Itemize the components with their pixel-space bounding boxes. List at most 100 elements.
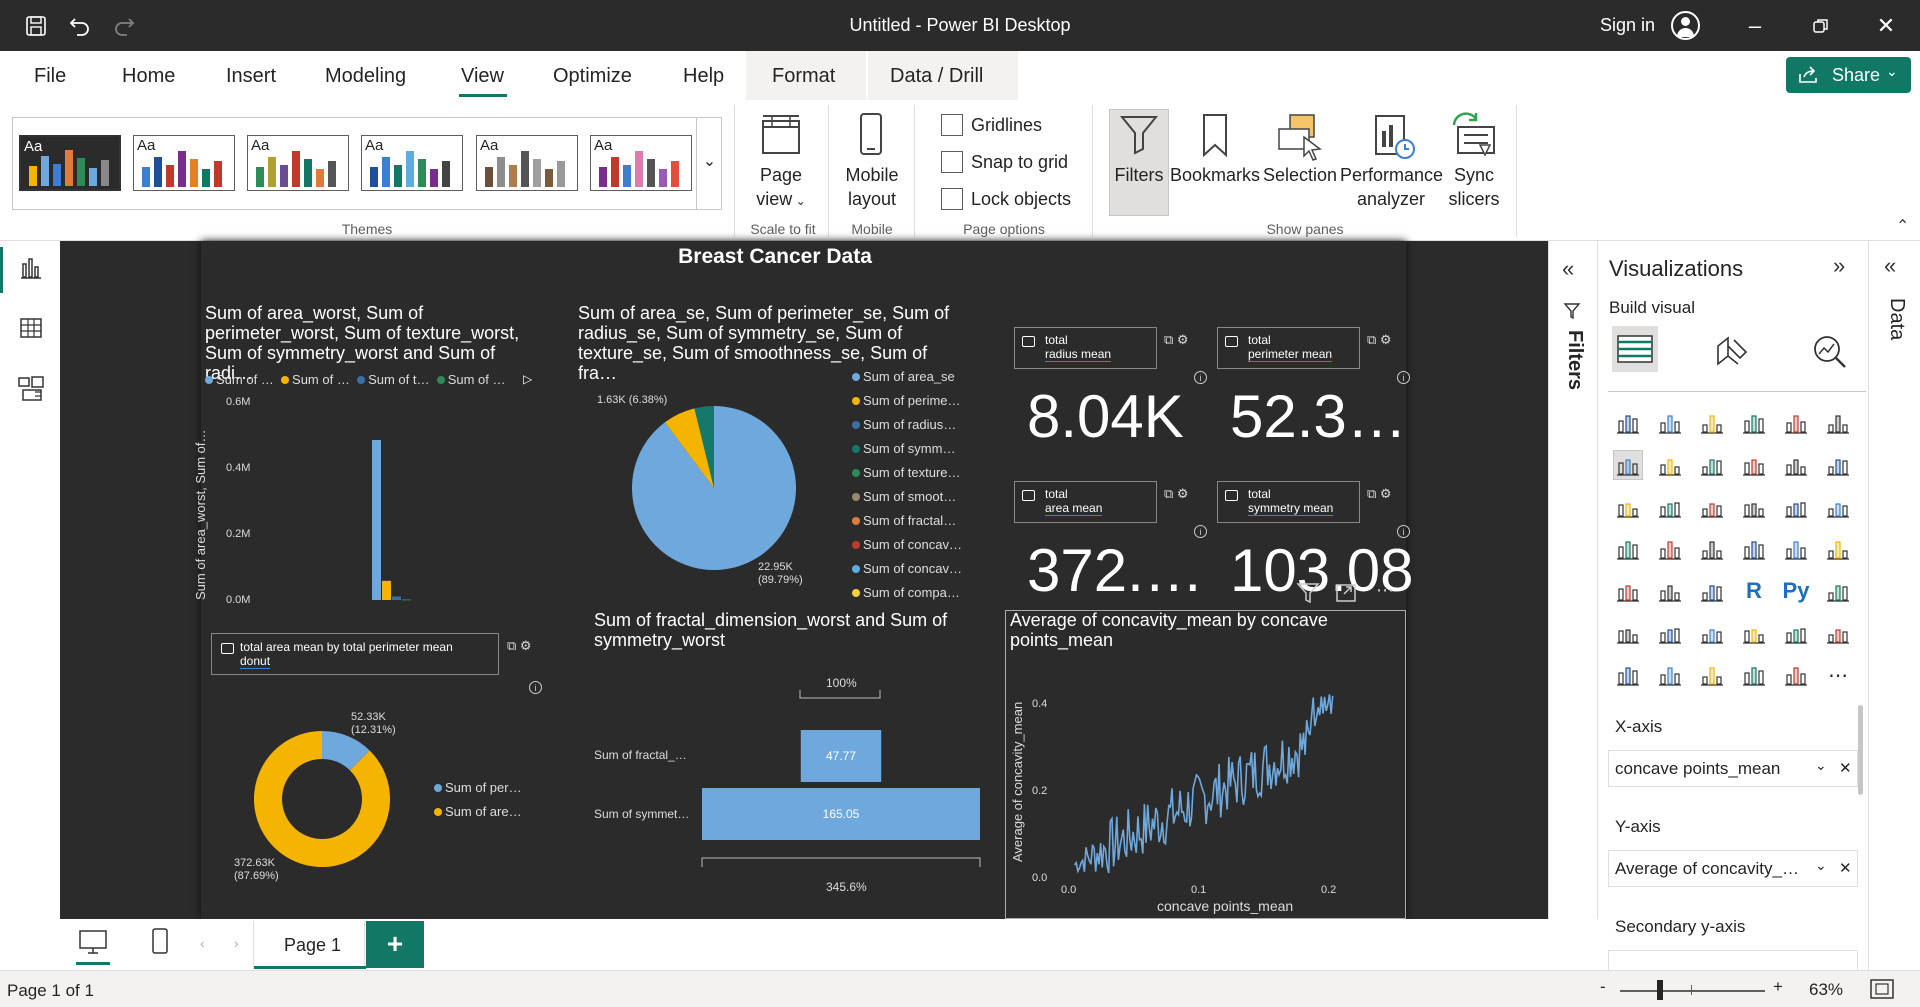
legend-next-icon[interactable]: ▷: [523, 372, 532, 386]
v3-options-icon[interactable]: ⧉ ⚙: [507, 638, 532, 654]
visual-type-icon[interactable]: [1697, 660, 1727, 690]
expand-visualizations-icon[interactable]: »: [1833, 253, 1845, 279]
table-view-icon[interactable]: [19, 316, 43, 345]
collapse-filters-icon[interactable]: «: [1562, 256, 1574, 282]
performance-analyzer-label[interactable]: Performance analyzer: [1340, 163, 1443, 211]
performance-analyzer-icon[interactable]: [1373, 113, 1417, 166]
tab-format[interactable]: Format: [772, 65, 835, 88]
visual-type-icon[interactable]: [1823, 534, 1853, 564]
card-options-icon[interactable]: ⧉ ⚙: [1164, 332, 1189, 348]
y-axis-well[interactable]: Average of concavity_… ⌄ ✕: [1608, 850, 1858, 887]
sync-slicers-icon[interactable]: [1450, 109, 1500, 164]
more-visuals-icon[interactable]: ⋯: [1823, 660, 1853, 690]
scroll-right-icon[interactable]: ›: [234, 935, 239, 951]
filters-pane-title[interactable]: Filters: [1563, 330, 1586, 390]
theme-swatch[interactable]: Aa: [19, 135, 121, 191]
data-pane-title[interactable]: Data: [1885, 298, 1908, 340]
remove-field-icon[interactable]: ✕: [1839, 859, 1852, 877]
collapse-ribbon-icon[interactable]: ⌃: [1896, 216, 1909, 236]
selection-icon[interactable]: [1276, 113, 1326, 168]
menu-view[interactable]: View: [461, 65, 504, 88]
visual-type-icon[interactable]: [1655, 534, 1685, 564]
visual-type-icon[interactable]: [1697, 450, 1727, 480]
visual-type-icon[interactable]: [1655, 576, 1685, 606]
mobile-layout-label[interactable]: Mobile layout: [836, 163, 908, 211]
visual-type-icon[interactable]: [1655, 618, 1685, 648]
card-options-icon[interactable]: ⧉ ⚙: [1367, 332, 1392, 348]
scroll-left-icon[interactable]: ‹: [200, 935, 205, 951]
visual-type-icon[interactable]: [1655, 408, 1685, 438]
visual-type-icon[interactable]: [1613, 450, 1643, 480]
page-view-label[interactable]: Page view ⌄: [750, 163, 812, 213]
zoom-in-button[interactable]: +: [1773, 977, 1783, 997]
close-icon[interactable]: ✕: [1866, 12, 1906, 40]
visual-type-icon[interactable]: [1697, 534, 1727, 564]
visual-type-icon[interactable]: [1613, 576, 1643, 606]
mobile-view-icon[interactable]: [151, 927, 169, 960]
visual-type-icon[interactable]: [1613, 618, 1643, 648]
sync-slicers-label[interactable]: Sync slicers: [1440, 163, 1508, 211]
visual-type-icon[interactable]: [1739, 492, 1769, 522]
visual-type-icon[interactable]: [1697, 408, 1727, 438]
avatar-icon[interactable]: [1671, 11, 1700, 40]
visual-type-icon[interactable]: [1823, 408, 1853, 438]
visual-type-icon[interactable]: [1781, 534, 1811, 564]
visual-type-icon[interactable]: [1655, 660, 1685, 690]
zoom-slider-thumb[interactable]: [1657, 980, 1663, 1000]
visual-type-icon[interactable]: [1781, 492, 1811, 522]
menu-home[interactable]: Home: [122, 65, 175, 88]
expand-data-icon[interactable]: «: [1884, 253, 1896, 279]
format-visual-icon[interactable]: [1714, 334, 1750, 373]
card-header[interactable]: total area mean: [1014, 481, 1157, 523]
visual-type-icon[interactable]: [1739, 618, 1769, 648]
report-view-icon[interactable]: [19, 256, 43, 285]
secondary-y-axis-well[interactable]: [1608, 950, 1858, 970]
visual-type-icon[interactable]: [1655, 450, 1685, 480]
v5-filter-icon[interactable]: [1296, 582, 1320, 609]
more-options-icon[interactable]: ⋯: [1376, 580, 1394, 601]
fit-to-page-icon[interactable]: [1870, 979, 1894, 1004]
visual-type-icon[interactable]: [1781, 618, 1811, 648]
lock-objects-checkbox[interactable]: [941, 188, 963, 210]
card-options-icon[interactable]: ⧉ ⚙: [1164, 486, 1189, 502]
tab-data-drill[interactable]: Data / Drill: [890, 65, 983, 88]
mobile-layout-icon[interactable]: [858, 112, 884, 156]
visual-type-icon[interactable]: [1613, 492, 1643, 522]
visual-type-icon[interactable]: [1739, 408, 1769, 438]
build-visual-tab[interactable]: [1612, 326, 1658, 372]
visual-type-icon[interactable]: [1823, 492, 1853, 522]
gridlines-checkbox[interactable]: [941, 114, 963, 136]
chevron-down-icon[interactable]: ⌄: [1815, 857, 1827, 874]
selection-label[interactable]: Selection: [1260, 163, 1340, 187]
visual-type-icon[interactable]: [1613, 534, 1643, 564]
theme-swatch[interactable]: Aa: [133, 135, 235, 191]
r-visual-icon[interactable]: R: [1739, 576, 1769, 606]
theme-swatch[interactable]: Aa: [247, 135, 349, 191]
visual-type-icon[interactable]: [1739, 450, 1769, 480]
page-tab-1[interactable]: Page 1: [253, 921, 366, 969]
card-header[interactable]: total perimeter mean: [1217, 327, 1360, 369]
visual-type-icon[interactable]: [1697, 492, 1727, 522]
restore-icon[interactable]: [1801, 12, 1841, 40]
minimize-icon[interactable]: –: [1735, 12, 1775, 40]
page-view-icon[interactable]: [760, 113, 802, 157]
add-page-button[interactable]: +: [366, 921, 424, 968]
visual-type-icon[interactable]: [1655, 492, 1685, 522]
share-button[interactable]: Share ⌄: [1786, 57, 1911, 93]
visual-type-icon[interactable]: [1739, 534, 1769, 564]
zoom-slider[interactable]: [1620, 990, 1765, 992]
menu-optimize[interactable]: Optimize: [553, 65, 632, 88]
menu-modeling[interactable]: Modeling: [325, 65, 406, 88]
menu-insert[interactable]: Insert: [226, 65, 276, 88]
zoom-out-button[interactable]: -: [1600, 977, 1606, 997]
bookmark-icon[interactable]: [1201, 113, 1229, 162]
model-view-icon[interactable]: [17, 375, 45, 406]
bookmarks-label[interactable]: Bookmarks: [1170, 163, 1260, 187]
visual-type-icon[interactable]: [1739, 660, 1769, 690]
menu-help[interactable]: Help: [683, 65, 724, 88]
visual-type-icon[interactable]: [1781, 450, 1811, 480]
focus-mode-icon[interactable]: [1336, 584, 1356, 607]
sign-in-link[interactable]: Sign in: [1600, 15, 1655, 36]
python-visual-icon[interactable]: Py: [1781, 576, 1811, 606]
card-options-icon[interactable]: ⧉ ⚙: [1367, 486, 1392, 502]
